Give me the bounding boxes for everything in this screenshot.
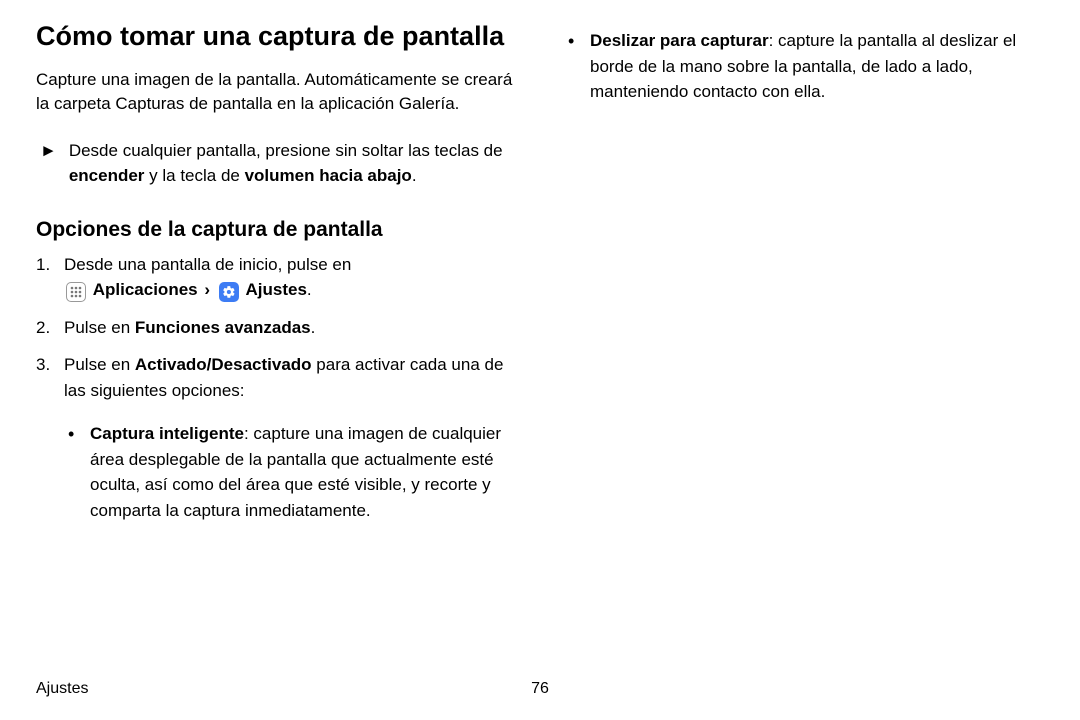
apps-label: Aplicaciones bbox=[93, 280, 198, 299]
option-smart-capture: Captura inteligente: capture una imagen … bbox=[64, 421, 516, 523]
action-list: ► Desde cualquier pantalla, presione sin… bbox=[36, 139, 516, 188]
options-list: Captura inteligente: capture una imagen … bbox=[64, 421, 516, 523]
settings-icon bbox=[219, 282, 239, 302]
right-column: Deslizar para capturar: capture la panta… bbox=[564, 20, 1044, 660]
options-list-continued: Deslizar para capturar: capture la panta… bbox=[564, 28, 1044, 105]
intro-paragraph: Capture una imagen de la pantalla. Autom… bbox=[36, 68, 516, 117]
step-2: Pulse en Funciones avanzadas. bbox=[36, 315, 516, 341]
step-3: Pulse en Activado/Desactivado para activ… bbox=[36, 352, 516, 523]
numbered-steps: Desde una pantalla de inicio, pulse en A… bbox=[36, 252, 516, 524]
chevron-icon: › bbox=[204, 280, 210, 299]
triangle-marker-icon: ► bbox=[40, 139, 57, 188]
action-item: ► Desde cualquier pantalla, presione sin… bbox=[36, 139, 516, 188]
step-1: Desde una pantalla de inicio, pulse en A… bbox=[36, 252, 516, 303]
apps-icon bbox=[66, 282, 86, 302]
left-column: Cómo tomar una captura de pantalla Captu… bbox=[36, 20, 516, 660]
page-number: 76 bbox=[531, 680, 549, 698]
subheading: Opciones de la captura de pantalla bbox=[36, 216, 516, 243]
action-text: Desde cualquier pantalla, presione sin s… bbox=[69, 139, 516, 188]
page-footer: Ajustes 76 bbox=[36, 680, 1044, 698]
settings-label: Ajustes bbox=[245, 280, 306, 299]
page-title: Cómo tomar una captura de pantalla bbox=[36, 20, 516, 54]
option-palm-swipe: Deslizar para capturar: capture la panta… bbox=[564, 28, 1044, 105]
